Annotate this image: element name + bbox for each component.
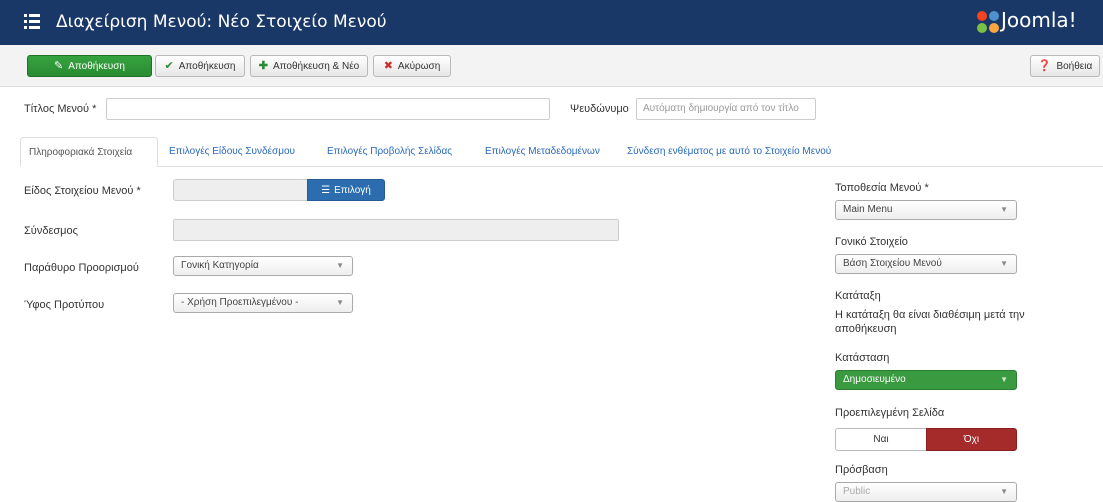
- parent-item-label: Γονικό Στοιχείο: [835, 236, 908, 248]
- parent-item-select[interactable]: Βάση Στοιχείου Μενού ▼: [835, 254, 1017, 274]
- chevron-down-icon: ▼: [1000, 259, 1008, 268]
- help-button[interactable]: ❓ Βοήθεια: [1030, 55, 1100, 77]
- link-label: Σύνδεσμος: [24, 225, 78, 237]
- tab-details[interactable]: Πληροφοριακά Στοιχεία: [20, 137, 158, 167]
- target-window-label: Παράθυρο Προορισμού: [24, 262, 139, 274]
- menu-item-type-label: Είδος Στοιχείου Μενού *: [24, 185, 141, 197]
- alias-input[interactable]: Αυτόματη δημιουργία από τον τίτλο: [636, 98, 816, 120]
- template-style-label: Ύφος Προτύπου: [24, 299, 105, 311]
- ordering-note: Η κατάταξη θα είναι διαθέσιμη μετά την α…: [835, 309, 1025, 335]
- template-style-select[interactable]: - Χρήση Προεπιλεγμένου - ▼: [173, 293, 353, 313]
- link-field: [173, 219, 619, 241]
- chevron-down-icon: ▼: [336, 261, 344, 270]
- status-label: Κατάσταση: [835, 352, 890, 364]
- check-icon: ✔: [164, 59, 174, 72]
- joomla-logo-text: Joomla!: [1001, 8, 1077, 32]
- access-label: Πρόσβαση: [835, 464, 888, 476]
- edit-icon: ✎: [54, 59, 64, 72]
- tab-page-display-options[interactable]: Επιλογές Προβολής Σελίδας: [319, 137, 460, 167]
- default-page-label: Προεπιλεγμένη Σελίδα: [835, 407, 945, 419]
- save-button[interactable]: ✎ Αποθήκευση: [27, 55, 152, 77]
- toolbar: ✎ Αποθήκευση ✔ Αποθήκευση ✚ Αποθήκευση &…: [0, 45, 1103, 87]
- list-icon: ☰: [321, 184, 331, 196]
- title-input[interactable]: [106, 98, 550, 120]
- target-window-select[interactable]: Γονική Κατηγορία ▼: [173, 256, 353, 276]
- ordering-label: Κατάταξη: [835, 290, 881, 302]
- chevron-down-icon: ▼: [1000, 205, 1008, 214]
- tab-metadata-options[interactable]: Επιλογές Μεταδεδομένων: [477, 137, 608, 167]
- chevron-down-icon: ▼: [1000, 487, 1008, 496]
- cancel-circle-icon: ✖: [383, 59, 393, 72]
- menu-location-select[interactable]: Main Menu ▼: [835, 200, 1017, 220]
- save-close-button[interactable]: ✔ Αποθήκευση: [155, 55, 245, 77]
- page-title: Διαχείριση Μενού: Νέο Στοιχείο Μενού: [56, 12, 387, 32]
- tab-module-assignment[interactable]: Σύνδεση ενθέματος με αυτό το Στοιχείο Με…: [619, 137, 839, 167]
- list-menu-icon: [24, 14, 40, 29]
- plus-icon: ✚: [258, 59, 268, 72]
- access-select[interactable]: Public ▼: [835, 482, 1017, 502]
- select-type-button[interactable]: ☰ Επιλογή: [307, 179, 385, 201]
- app-header: Διαχείριση Μενού: Νέο Στοιχείο Μενού Joo…: [0, 0, 1103, 45]
- menu-item-type-field: [173, 179, 309, 201]
- chevron-down-icon: ▼: [336, 298, 344, 307]
- cancel-button[interactable]: ✖ Ακύρωση: [373, 55, 451, 77]
- question-circle-icon: ❓: [1037, 59, 1052, 72]
- title-label: Τίτλος Μενού *: [24, 103, 97, 115]
- save-new-button[interactable]: ✚ Αποθήκευση & Νέο: [250, 55, 368, 77]
- status-select[interactable]: Δημοσιευμένο ▼: [835, 370, 1017, 390]
- tab-link-type-options[interactable]: Επιλογές Είδους Συνδέσμου: [161, 137, 303, 167]
- tab-bar: Πληροφοριακά Στοιχεία Επιλογές Είδους Συ…: [20, 137, 1103, 167]
- menu-location-label: Τοποθεσία Μενού *: [835, 182, 929, 194]
- default-page-no-button[interactable]: Όχι: [926, 428, 1017, 451]
- default-page-yes-button[interactable]: Ναι: [835, 428, 927, 451]
- alias-label: Ψευδώνυμο: [570, 103, 629, 115]
- chevron-down-icon: ▼: [1000, 375, 1008, 384]
